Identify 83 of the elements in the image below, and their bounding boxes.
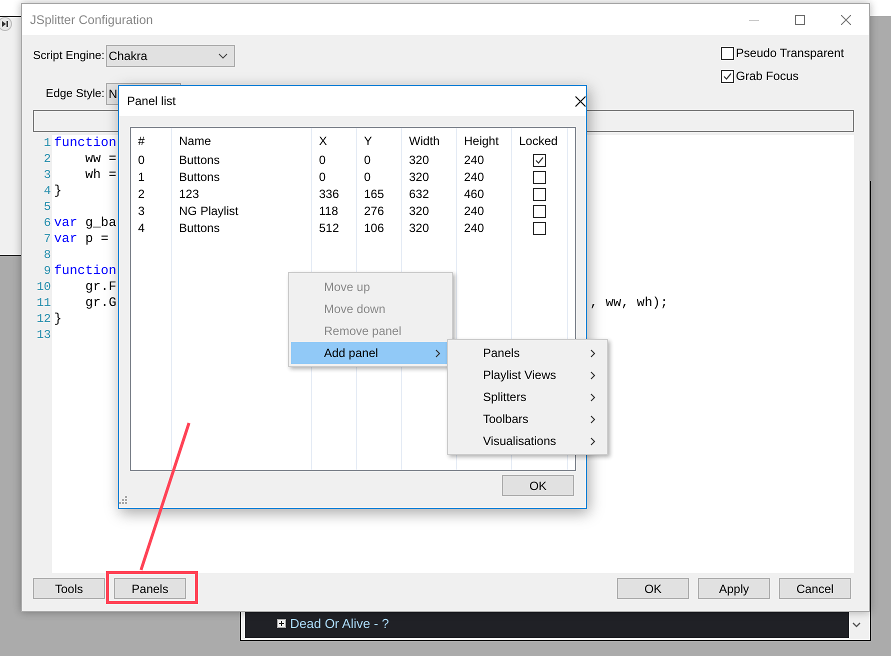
- code-line: function: [53, 135, 116, 151]
- code-line: }: [53, 311, 62, 327]
- code-line: wh =: [84, 167, 116, 183]
- ok-button[interactable]: OK: [502, 475, 574, 496]
- table-cell-text: 1: [137, 169, 146, 186]
- table-cell-text: Buttons: [178, 169, 221, 186]
- checkbox[interactable]: [720, 70, 734, 82]
- table-cell-text: 106: [363, 220, 386, 237]
- field-label: Edge Style:: [44, 88, 106, 100]
- table-cell-text: 240: [463, 220, 486, 237]
- line-number: 3: [44, 167, 51, 183]
- window-title: JSplitter Configuration: [30, 12, 154, 26]
- close-icon[interactable]: [575, 96, 586, 106]
- table-cell-text: 118: [318, 203, 340, 220]
- table-cell-text: 320: [408, 152, 430, 169]
- line-number: 6: [44, 215, 51, 231]
- line-number: 12: [36, 311, 51, 327]
- line-number: 9: [44, 263, 51, 279]
- code-line: gr.F: [84, 279, 116, 295]
- table-cell-text: 336: [318, 186, 340, 203]
- table-cell-text: Buttons: [178, 152, 221, 169]
- code-line: gr.G: [84, 295, 116, 311]
- table-cell-text: 240: [463, 203, 486, 220]
- checkbox[interactable]: [720, 46, 734, 60]
- table-cell-text: 4: [137, 220, 146, 237]
- checkbox[interactable]: [533, 171, 546, 184]
- chevron-down-icon[interactable]: [852, 622, 861, 628]
- table-cell-text: 0: [318, 152, 327, 169]
- line-number: 4: [44, 183, 51, 199]
- table-cell-text: 0: [363, 169, 372, 186]
- line-number: 7: [44, 231, 51, 247]
- line-number: 5: [44, 199, 51, 215]
- menu-item[interactable]: Add panel: [291, 342, 450, 364]
- maximize-icon[interactable]: [795, 14, 805, 24]
- code-line: var g_ba: [53, 215, 116, 231]
- table-cell-text: 2: [137, 186, 146, 203]
- dialog-title: Panel list: [127, 94, 177, 108]
- checkbox[interactable]: [533, 205, 546, 218]
- table-cell-text: 320: [408, 203, 430, 220]
- table-cell-text: Buttons: [178, 220, 221, 237]
- table-cell-text: 320: [408, 220, 430, 237]
- code-line: var p =: [53, 231, 109, 247]
- chevron-down-icon: [218, 53, 228, 59]
- expand-icon[interactable]: [277, 619, 286, 628]
- code-line: , ww, wh);: [589, 295, 668, 311]
- checkbox[interactable]: [533, 154, 546, 167]
- table-cell-text: 240: [463, 169, 486, 186]
- resize-grip-icon[interactable]: [119, 496, 127, 504]
- line-number: 13: [36, 327, 51, 343]
- dialog-button[interactable]: Apply: [698, 578, 770, 599]
- table-cell-text: 0: [137, 152, 146, 169]
- line-number: 11: [36, 295, 51, 311]
- checkbox[interactable]: [533, 188, 546, 201]
- line-number: 1: [44, 135, 51, 151]
- table-cell-text: 512: [318, 220, 340, 237]
- table-cell-text: 460: [463, 186, 486, 203]
- table-cell-text: 3: [137, 203, 146, 220]
- skip-icon[interactable]: [0, 17, 12, 31]
- table-cell-text: 165: [363, 186, 386, 203]
- table-cell-text: 0: [318, 169, 327, 186]
- table-cell-text: NG Playlist: [178, 203, 240, 220]
- table-cell-text: 240: [463, 152, 486, 169]
- code-line: }: [53, 183, 62, 199]
- code-line: function: [53, 263, 116, 279]
- checkbox-label[interactable]: Grab Focus: [736, 69, 799, 83]
- checkbox[interactable]: [533, 222, 546, 235]
- table-cell-text: 0: [363, 152, 372, 169]
- line-number: 10: [36, 279, 51, 295]
- table-cell-text: 123: [178, 186, 200, 203]
- code-line: ww =: [84, 151, 116, 167]
- dialog-button[interactable]: OK: [617, 578, 689, 599]
- table-cell-text: 320: [408, 169, 430, 186]
- dropdown[interactable]: Chakra: [106, 45, 235, 67]
- dialog-button[interactable]: Panels: [114, 578, 186, 599]
- line-number: 8: [44, 247, 51, 263]
- table-cell-text: 276: [363, 203, 386, 220]
- table-cell-text: 632: [408, 186, 430, 203]
- playlist-item[interactable]: Dead Or Alive - ?: [290, 616, 389, 631]
- dialog-button[interactable]: Tools: [33, 578, 105, 599]
- line-number: 2: [44, 151, 51, 167]
- field-label: Script Engine:: [33, 50, 106, 62]
- checkbox-label[interactable]: Pseudo Transparent: [736, 46, 844, 60]
- dialog-button[interactable]: Cancel: [779, 578, 851, 599]
